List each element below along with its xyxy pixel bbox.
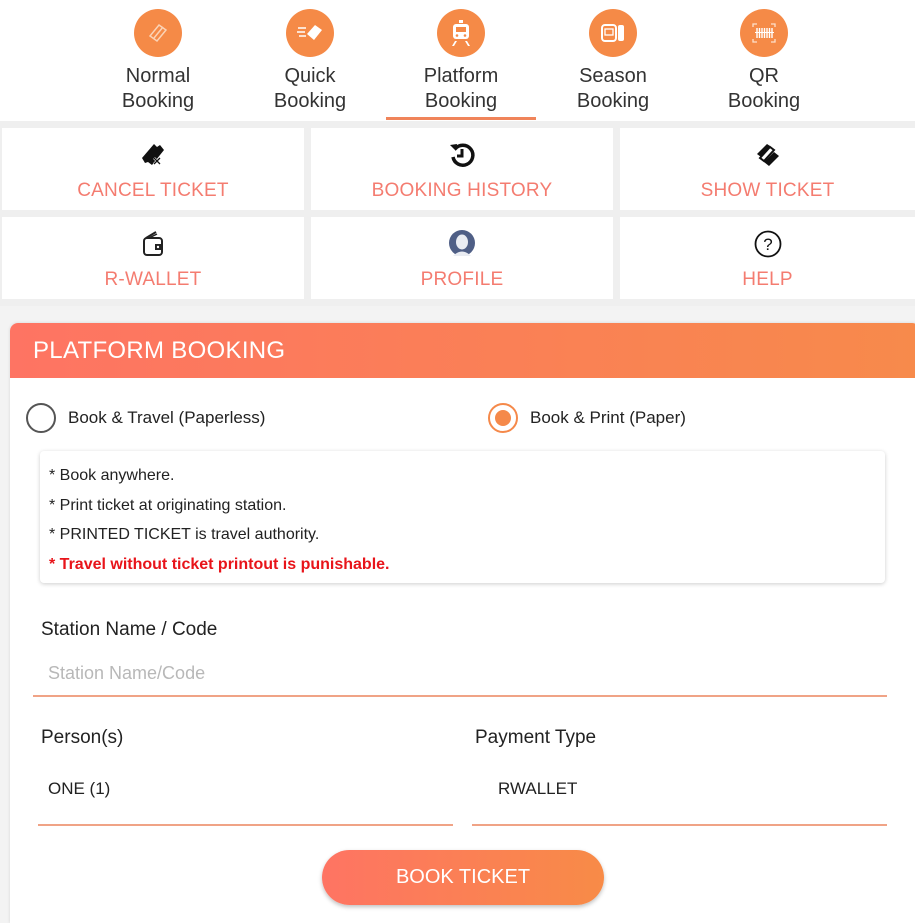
tab-label-line1: Normal: [125, 65, 191, 87]
tab-qr-booking[interactable]: QR Booking: [689, 0, 839, 121]
tab-label-line1: Quick: [284, 65, 336, 87]
payment-type-value: RWALLET: [498, 779, 578, 798]
fast-ticket-icon: [286, 9, 334, 57]
platform-booking-form: PLATFORM BOOKING Book & Travel (Paperles…: [10, 323, 915, 923]
persons-label: Person(s): [41, 727, 124, 748]
persons-underline: [38, 824, 453, 826]
active-tab-indicator: [386, 117, 536, 120]
tab-label-line2: Booking: [424, 90, 498, 112]
ticket-icon: [134, 9, 182, 57]
history-icon: [447, 140, 477, 170]
form-header: PLATFORM BOOKING: [10, 323, 915, 378]
quick-actions-grid: CANCEL TICKET BOOKING HISTORY SHOW TICKE…: [0, 121, 915, 306]
profile-button[interactable]: PROFILE: [311, 217, 613, 299]
station-label: Station Name / Code: [41, 619, 218, 640]
form-title: PLATFORM BOOKING: [33, 337, 286, 364]
help-button[interactable]: ? HELP: [620, 217, 915, 299]
train-icon: [437, 9, 485, 57]
persons-select[interactable]: ONE (1): [48, 779, 448, 799]
svg-text:?: ?: [763, 235, 772, 254]
r-wallet-button[interactable]: R-WALLET: [2, 217, 304, 299]
radio-book-travel-paperless[interactable]: Book & Travel (Paperless): [26, 403, 265, 433]
radio-selected-icon: [488, 403, 518, 433]
qr-scan-icon: [740, 9, 788, 57]
tile-label: HELP: [742, 269, 793, 290]
payment-type-underline: [472, 824, 887, 826]
cancel-ticket-icon: [138, 140, 168, 170]
show-ticket-button[interactable]: SHOW TICKET: [620, 128, 915, 210]
radio-book-print-paper[interactable]: Book & Print (Paper): [488, 403, 686, 433]
radio-unselected-icon: [26, 403, 56, 433]
tab-platform-booking[interactable]: Platform Booking: [386, 0, 536, 121]
tab-label-line2: Booking: [576, 90, 650, 112]
note-item: * Book anywhere.: [49, 467, 175, 484]
season-ticket-icon: [589, 9, 637, 57]
tab-label-line2: Booking: [121, 90, 195, 112]
station-input-underline: [33, 695, 887, 697]
tab-season-booking[interactable]: Season Booking: [538, 0, 688, 121]
profile-icon: [447, 229, 477, 259]
tab-label-line1: Platform: [423, 65, 499, 87]
tile-label: CANCEL TICKET: [77, 180, 229, 201]
note-item: * Print ticket at originating station.: [49, 496, 287, 514]
booking-history-button[interactable]: BOOKING HISTORY: [311, 128, 613, 210]
wallet-icon: [138, 229, 168, 259]
payment-type-select[interactable]: RWALLET: [498, 779, 888, 799]
tile-label: SHOW TICKET: [700, 180, 835, 201]
warning-note: * Travel without ticket printout is puni…: [49, 555, 390, 573]
tab-label-line1: Season: [579, 65, 647, 87]
persons-value: ONE (1): [48, 779, 111, 798]
tab-label-line1: QR: [749, 65, 779, 87]
book-ticket-button[interactable]: BOOK TICKET: [322, 850, 604, 905]
radio-label: Book & Travel (Paperless): [68, 408, 266, 427]
radio-label: Book & Print (Paper): [530, 408, 686, 427]
booking-type-tabs: Normal Booking Quick Booking Platform Booki…: [0, 0, 915, 121]
tab-label-line2: Booking: [273, 90, 347, 112]
station-input[interactable]: [48, 659, 878, 687]
tile-label: BOOKING HISTORY: [371, 180, 553, 201]
tab-label-line2: Booking: [727, 90, 801, 112]
booking-notes: * Book anywhere. * Print ticket at origi…: [40, 451, 885, 583]
tab-normal-booking[interactable]: Normal Booking: [83, 0, 233, 121]
tab-quick-booking[interactable]: Quick Booking: [235, 0, 385, 121]
help-icon: ?: [753, 229, 783, 259]
note-item: * PRINTED TICKET is travel authority.: [49, 526, 320, 543]
payment-type-label: Payment Type: [475, 727, 597, 748]
tile-label: R-WALLET: [104, 269, 202, 290]
tickets-icon: [753, 140, 783, 170]
cancel-ticket-button[interactable]: CANCEL TICKET: [2, 128, 304, 210]
tile-label: PROFILE: [420, 269, 504, 290]
